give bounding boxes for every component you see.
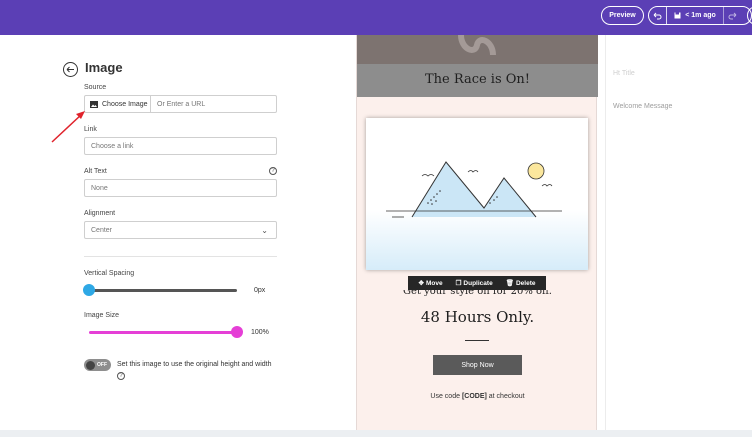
choose-image-label: Choose Image — [102, 100, 148, 108]
image-size-value: 100% — [251, 329, 269, 336]
move-label: Move — [425, 279, 443, 287]
mountain-illustration — [366, 161, 588, 270]
original-size-description: Set this image to use the original heigh… — [117, 361, 272, 368]
promo-text[interactable]: Get your style on for 20% off. — [357, 290, 598, 298]
move-icon: ✥ — [418, 280, 424, 287]
alt-text-label: Alt Text — [84, 168, 107, 175]
panel-title: Image — [85, 60, 123, 75]
block-toolbar: ✥ Move ❐ Duplicate 🗑 Delete — [408, 276, 546, 290]
vertical-spacing-value: 0px — [254, 287, 266, 294]
chevron-down-icon: ⌄ — [261, 226, 268, 235]
image-size-slider[interactable] — [89, 331, 237, 334]
alignment-label: Alignment — [84, 210, 116, 217]
code-value: [CODE] — [461, 393, 487, 400]
top-bar: Preview < 1m ago — [0, 0, 752, 35]
save-status-label: < 1m ago — [685, 12, 716, 19]
logo-icon — [458, 35, 496, 56]
undo-button[interactable] — [649, 7, 667, 24]
shop-now-button[interactable]: Shop Now — [433, 355, 522, 375]
source-field: Choose Image — [84, 95, 277, 113]
url-input[interactable] — [151, 96, 276, 112]
red-arrow-annotation — [51, 111, 85, 143]
duplicate-icon: ❐ — [455, 280, 462, 287]
save-status[interactable]: < 1m ago — [667, 7, 723, 24]
help-icon[interactable]: ? — [269, 167, 277, 175]
redo-button[interactable] — [723, 7, 741, 24]
divider-line — [465, 340, 489, 341]
source-label: Source — [84, 84, 107, 91]
delete-label: Delete — [515, 279, 536, 287]
divider — [84, 256, 277, 257]
link-field[interactable]: Choose a link — [84, 137, 277, 155]
back-icon[interactable] — [63, 62, 78, 77]
duplicate-button[interactable]: ❐ Duplicate — [455, 279, 493, 288]
move-button[interactable]: ✥ Move — [418, 279, 443, 288]
trash-icon: 🗑 — [505, 280, 514, 287]
settings-sidebar: Ht Title Welcome Message — [605, 35, 752, 430]
hero-title: The Race is On! — [424, 72, 531, 87]
preview-button[interactable]: Preview — [601, 6, 644, 25]
image-size-handle[interactable] — [231, 326, 243, 338]
alt-text-field[interactable]: None — [84, 179, 277, 197]
delete-button[interactable]: 🗑 Delete — [505, 279, 536, 288]
history-group: < 1m ago — [648, 6, 752, 25]
vertical-spacing-label: Vertical Spacing — [84, 270, 135, 277]
image-size-label: Image Size — [84, 312, 120, 319]
alignment-select[interactable]: Center ⌄ — [84, 221, 277, 239]
toggle-knob — [86, 360, 95, 370]
toggle-state: OFF — [97, 362, 107, 368]
vertical-spacing-slider[interactable] — [89, 289, 237, 292]
redo-icon — [728, 12, 737, 19]
headline-text[interactable]: 48 Hours Only. — [357, 308, 598, 326]
email-canvas: The Race is On! ✥ Move ❐ Duplicate 🗑 Del… — [356, 35, 598, 430]
save-icon — [674, 12, 681, 19]
ht-title-field[interactable]: Ht Title — [613, 70, 635, 77]
help-icon[interactable]: ? — [117, 372, 125, 380]
hero-block[interactable]: The Race is On! — [357, 35, 598, 97]
bottom-scrollbar[interactable] — [0, 430, 752, 437]
choose-image-button[interactable]: Choose Image — [85, 96, 151, 112]
original-size-toggle[interactable]: OFF — [84, 359, 111, 371]
selected-image-block[interactable] — [366, 118, 588, 270]
alignment-value: Center — [91, 226, 113, 234]
duplicate-label: Duplicate — [463, 279, 493, 287]
code-suffix: at checkout — [486, 393, 525, 400]
code-prefix: Use code — [430, 393, 462, 400]
undo-icon — [653, 12, 662, 19]
image-icon — [90, 100, 98, 108]
code-text[interactable]: Use code [CODE] at checkout — [357, 393, 598, 400]
vertical-spacing-handle[interactable] — [83, 284, 95, 296]
welcome-message-field[interactable]: Welcome Message — [613, 103, 672, 110]
